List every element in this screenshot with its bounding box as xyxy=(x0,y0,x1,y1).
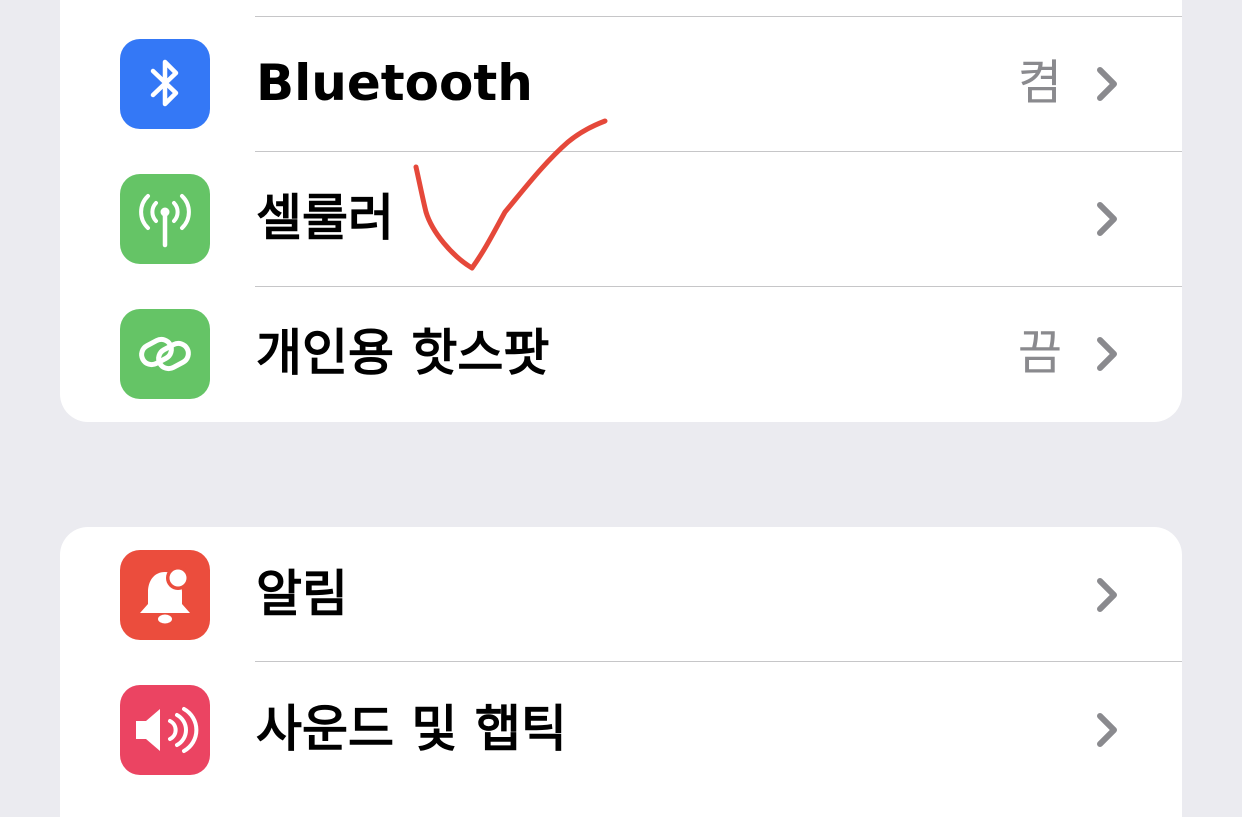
personal-hotspot-status: 끔 xyxy=(1017,325,1062,381)
bluetooth-label: Bluetooth xyxy=(256,54,533,112)
bell-icon xyxy=(120,550,210,640)
settings-row-notifications[interactable]: 알림 xyxy=(60,527,1182,662)
personal-hotspot-label: 개인용 핫스팟 xyxy=(256,324,550,382)
chevron-right-icon xyxy=(1097,578,1117,612)
bluetooth-icon xyxy=(120,39,210,129)
cellular-label: 셀룰러 xyxy=(256,189,394,247)
settings-row-bluetooth[interactable]: Bluetooth 켬 xyxy=(60,16,1182,151)
settings-group-notifications: 알림 사운드 및 햅틱 xyxy=(60,527,1182,817)
speaker-icon xyxy=(120,685,210,775)
notifications-label: 알림 xyxy=(256,565,348,623)
chevron-right-icon xyxy=(1097,713,1117,747)
personal-hotspot-icon xyxy=(120,309,210,399)
settings-row-personal-hotspot[interactable]: 개인용 핫스팟 끔 xyxy=(60,286,1182,421)
chevron-right-icon xyxy=(1097,67,1117,101)
chevron-right-icon xyxy=(1097,202,1117,236)
settings-group-connectivity: Bluetooth 켬 셀룰러 개인용 핫스팟 끔 xyxy=(60,0,1182,422)
bluetooth-status: 켬 xyxy=(1017,55,1062,111)
cellular-antenna-icon xyxy=(120,174,210,264)
settings-row-sounds-haptics[interactable]: 사운드 및 햅틱 xyxy=(60,662,1182,797)
chevron-right-icon xyxy=(1097,337,1117,371)
sounds-haptics-label: 사운드 및 햅틱 xyxy=(256,700,567,758)
settings-row-cellular[interactable]: 셀룰러 xyxy=(60,151,1182,286)
